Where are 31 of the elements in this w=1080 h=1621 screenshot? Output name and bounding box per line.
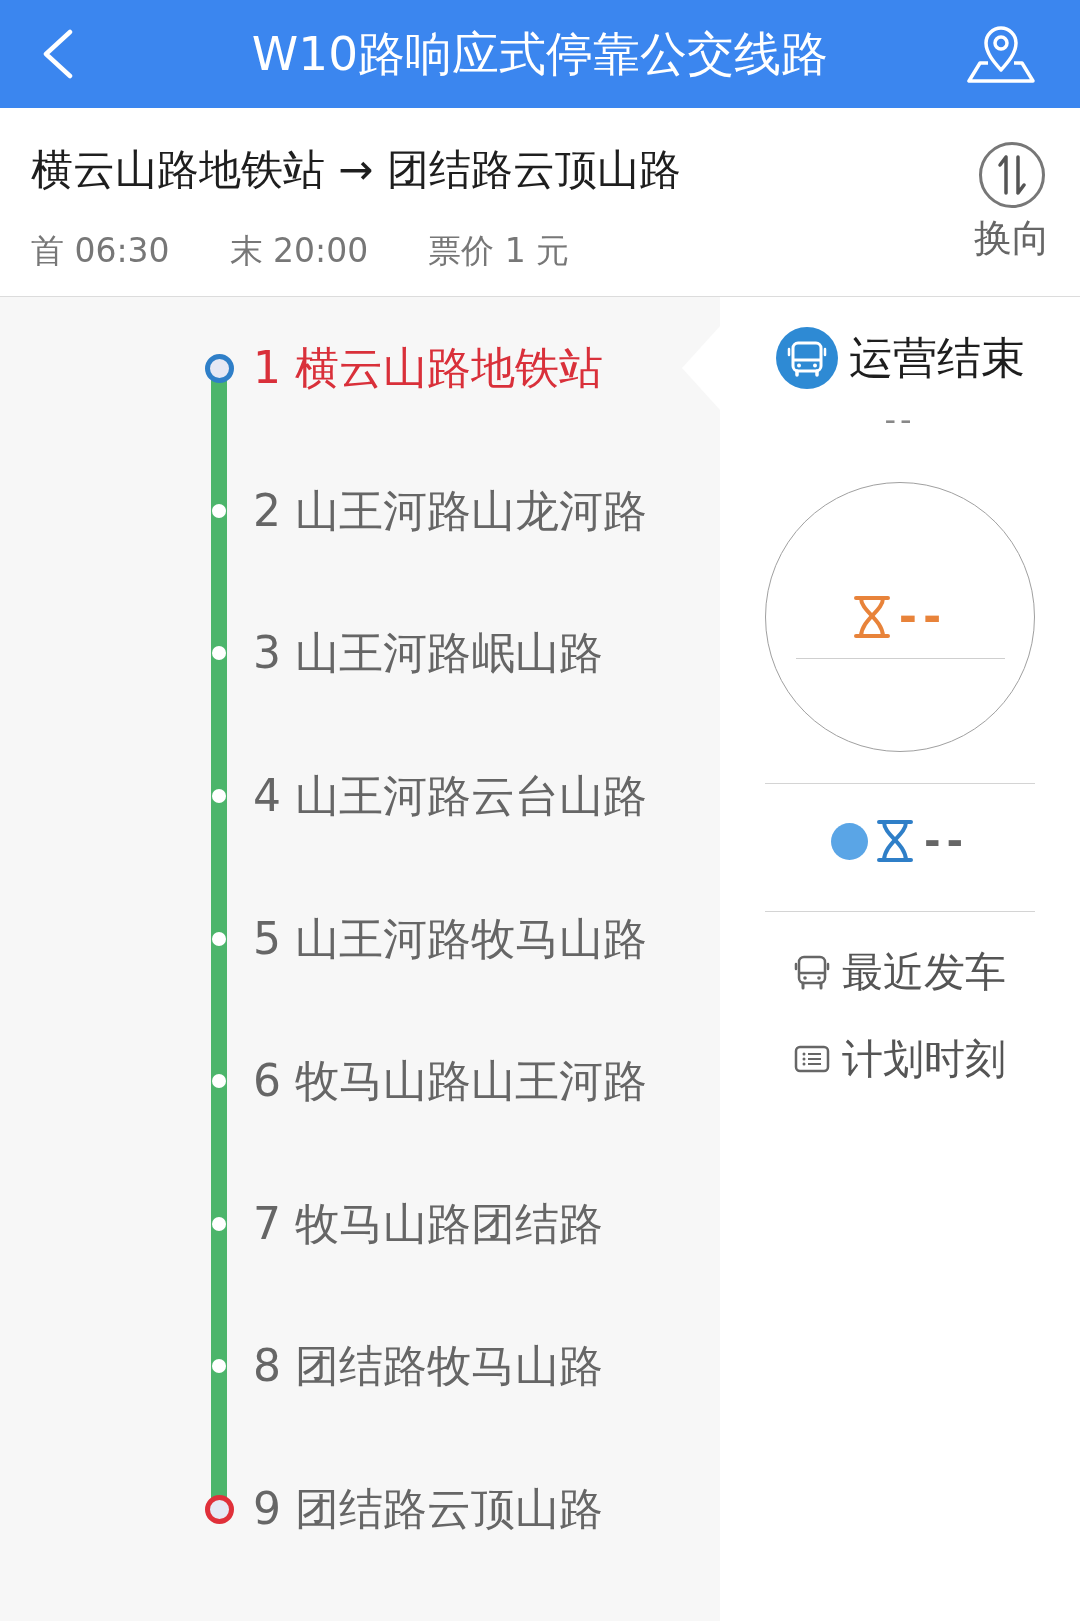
swap-icon [978,141,1046,209]
stop-name[interactable]: 6 牧马山路山王河路 [253,1054,647,1109]
stop-name[interactable]: 3 山王河路岷山路 [253,626,603,681]
stop-name[interactable]: 9 团结路云顶山路 [253,1482,603,1537]
stop-name[interactable]: 8 团结路牧马山路 [253,1339,603,1394]
map-button[interactable] [966,24,1036,84]
stop-name[interactable]: 4 山王河路云台山路 [253,769,647,824]
first-bus-time: 首 06:30 [31,231,170,271]
page-title: W10路响应式停靠公交线路 [251,25,829,83]
next-time: -- [884,401,916,439]
bus-icon [775,327,838,389]
route-direction: 横云山路地铁站 → 团结路云顶山路 [31,145,681,195]
location-pin-icon [966,24,1036,84]
bus-icon [794,954,830,990]
hourglass-icon [875,819,914,863]
status-dot-icon [830,822,868,860]
ring-marker-icon [204,353,234,383]
gauge-reading: -- [898,594,948,640]
hourglass-icon [852,595,891,639]
ring-marker-icon [204,1494,234,1524]
stop-name[interactable]: 7 牧马山路团结路 [253,1196,603,1251]
stop-name[interactable]: 1 横云山路地铁站 [253,341,603,396]
panel-link[interactable]: 最近发车 [794,947,1006,997]
fare-text: 票价 1 元 [428,231,570,271]
swap-direction-button[interactable]: 换向 [974,141,1050,261]
stop-name[interactable]: 5 山王河路牧马山路 [253,911,647,966]
last-bus-time: 末 20:00 [229,231,369,271]
stop-name[interactable]: 2 山王河路山龙河路 [253,483,647,538]
service-status: 运营结束 [848,331,1025,385]
live-reading: -- [923,818,970,864]
panel-link[interactable]: 计划时刻 [794,1034,1006,1084]
